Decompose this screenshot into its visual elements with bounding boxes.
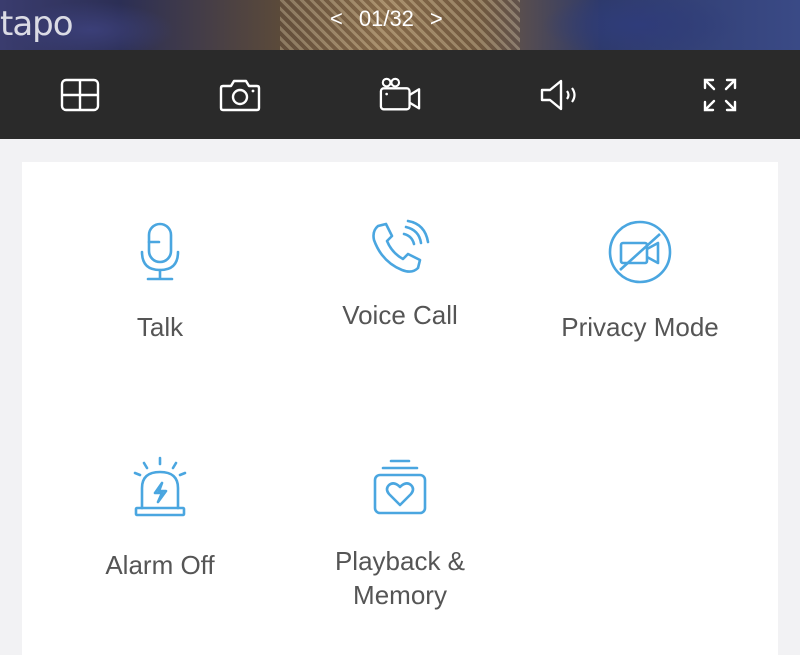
talk-label: Talk: [136, 312, 184, 342]
playback-label-line2: Memory: [353, 580, 447, 610]
player-toolbar: [0, 50, 800, 139]
snapshot-button[interactable]: [219, 76, 261, 114]
privacy-mode-button[interactable]: Privacy Mode: [520, 218, 760, 344]
tapo-logo: tapo: [0, 4, 74, 44]
fullscreen-button[interactable]: [699, 76, 741, 114]
sound-button[interactable]: [539, 76, 581, 114]
microphone-icon: [140, 222, 180, 281]
talk-button[interactable]: Talk: [40, 220, 280, 344]
privacy-mode-label: Privacy Mode: [561, 312, 719, 342]
camera-icon: [219, 79, 261, 112]
prev-camera-button[interactable]: <: [330, 6, 343, 32]
alarm-button[interactable]: Alarm Off: [40, 456, 280, 582]
camera-pager: < 01/32 >: [330, 6, 443, 32]
playback-memory-icon: [373, 459, 427, 515]
privacy-camera-off-icon: [608, 220, 672, 284]
grid-icon: [60, 78, 100, 112]
video-camera-icon: [379, 77, 421, 111]
alarm-label: Alarm Off: [105, 550, 215, 580]
camera-feed[interactable]: tapo < 01/32 >: [0, 0, 800, 50]
voice-call-label: Voice Call: [342, 300, 458, 330]
next-camera-button[interactable]: >: [430, 6, 443, 32]
phone-call-icon: [372, 219, 430, 273]
playback-memory-button[interactable]: Playback & Memory: [280, 458, 520, 612]
voice-call-button[interactable]: Voice Call: [280, 218, 520, 332]
record-button[interactable]: [379, 76, 421, 114]
alarm-siren-icon: [133, 456, 187, 517]
actions-panel: Talk Voice Call Privacy Mode Alarm Off P…: [22, 162, 778, 655]
fullscreen-icon: [703, 78, 737, 112]
speaker-icon: [540, 79, 576, 111]
playback-label-line1: Playback &: [334, 546, 466, 576]
multi-view-button[interactable]: [59, 76, 101, 114]
camera-position: 01/32: [358, 6, 414, 31]
